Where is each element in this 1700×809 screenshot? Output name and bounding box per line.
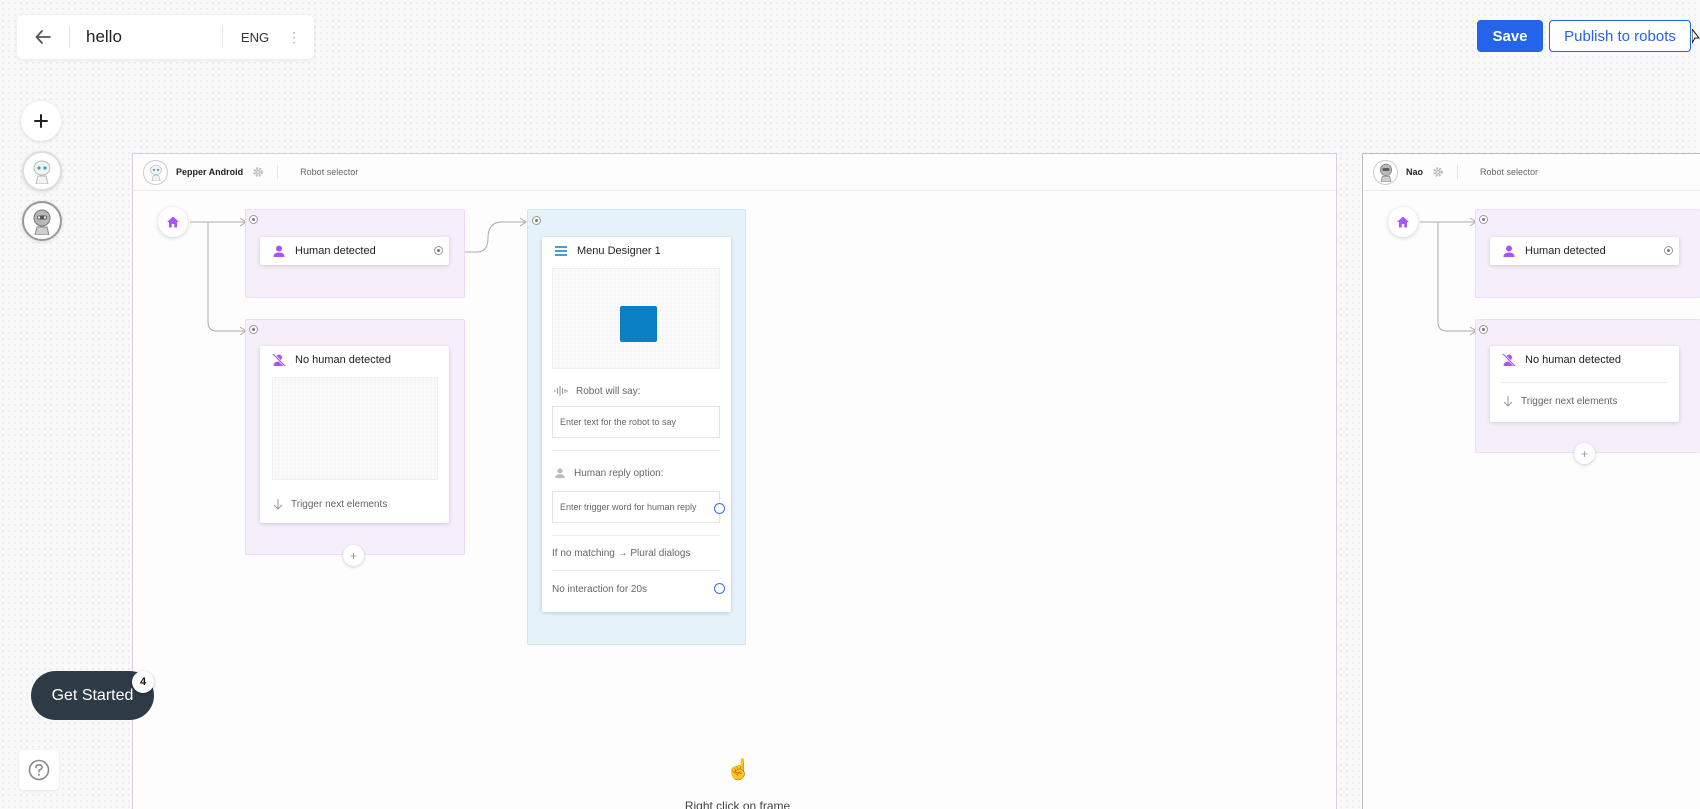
home-icon xyxy=(167,216,179,228)
no-match-option[interactable]: If no matching → Plural dialogs xyxy=(552,548,690,559)
menu-item-tile[interactable] xyxy=(620,306,657,342)
no-human-detected-card[interactable]: No human detected Trigger next elements xyxy=(260,346,449,523)
pointing-hand-icon: ☝ xyxy=(726,759,751,781)
output-port[interactable] xyxy=(434,246,443,255)
person-icon xyxy=(273,245,285,257)
divider xyxy=(277,165,279,179)
save-button[interactable]: Save xyxy=(1477,20,1543,52)
mouse-cursor-icon xyxy=(1692,29,1700,44)
question-circle-icon xyxy=(28,759,50,781)
start-node[interactable] xyxy=(158,207,188,237)
arrow-down-icon xyxy=(273,499,283,510)
add-element-button[interactable]: + xyxy=(343,545,364,566)
no-human-detected-card[interactable]: No human detected Trigger next elements xyxy=(1490,346,1679,422)
input-port[interactable] xyxy=(249,325,258,334)
menu-media-area[interactable] xyxy=(552,268,720,369)
nao-avatar-small xyxy=(1373,159,1398,185)
nao-robot-icon xyxy=(33,209,51,235)
add-element-button[interactable]: + xyxy=(1574,443,1595,464)
robot-selector[interactable]: Robot selector xyxy=(1480,167,1538,177)
divider xyxy=(552,535,720,536)
audio-wave-icon xyxy=(554,386,568,396)
nao-robot-icon xyxy=(1379,163,1392,182)
robot-name: Pepper Android xyxy=(176,167,244,177)
robot-say-input[interactable]: Enter text for the robot to say xyxy=(552,406,720,438)
human-detected-card[interactable]: Human detected xyxy=(1490,237,1679,265)
divider xyxy=(1457,165,1459,179)
robot-selector[interactable]: Robot selector xyxy=(300,167,358,177)
menu-designer-card[interactable]: Menu Designer 1 Robot will say: Enter te… xyxy=(542,237,731,612)
person-icon xyxy=(555,468,565,479)
home-icon xyxy=(1397,216,1409,228)
person-off-icon xyxy=(272,353,286,367)
help-button[interactable] xyxy=(19,750,59,790)
publish-button[interactable]: Publish to robots xyxy=(1549,20,1691,52)
document-header: hello ENG ⋮ xyxy=(17,15,314,59)
get-started-badge: 4 xyxy=(132,671,154,693)
human-detected-card[interactable]: Human detected xyxy=(260,237,449,265)
input-port[interactable] xyxy=(249,215,258,224)
divider xyxy=(1500,382,1668,383)
card-title: Menu Designer 1 xyxy=(577,245,661,257)
add-robot-button[interactable] xyxy=(21,101,61,141)
menu-icon xyxy=(555,246,567,256)
nao-avatar[interactable] xyxy=(22,201,62,241)
reply-output-port[interactable] xyxy=(714,503,725,514)
gear-icon[interactable] xyxy=(1432,166,1444,178)
pepper-avatar-small xyxy=(143,159,168,185)
plus-icon xyxy=(34,114,48,128)
back-button[interactable] xyxy=(17,15,69,59)
robot-will-say-label: Robot will say: xyxy=(554,385,640,397)
card-title: Human detected xyxy=(295,245,376,257)
divider xyxy=(552,570,720,571)
input-port[interactable] xyxy=(1479,215,1488,224)
pepper-robot-icon xyxy=(33,160,51,184)
start-node[interactable] xyxy=(1388,207,1418,237)
person-off-icon xyxy=(1502,353,1516,367)
human-reply-label: Human reply option: xyxy=(554,467,664,479)
divider xyxy=(552,450,720,451)
media-placeholder[interactable] xyxy=(272,377,438,480)
card-title: No human detected xyxy=(295,354,392,366)
trigger-next-elements[interactable]: Trigger next elements xyxy=(272,498,387,510)
language-selector[interactable]: ENG xyxy=(223,30,287,45)
timeout-output-port[interactable] xyxy=(714,583,725,594)
arrow-left-icon xyxy=(35,30,51,44)
no-interaction-option[interactable]: No interaction for 20s xyxy=(552,584,647,595)
more-options-icon[interactable]: ⋮ xyxy=(287,30,301,44)
document-title[interactable]: hello xyxy=(70,27,222,47)
arrow-down-icon xyxy=(1503,396,1513,407)
input-port[interactable] xyxy=(1479,325,1488,334)
card-title: Human detected xyxy=(1525,245,1606,257)
output-port[interactable] xyxy=(1664,246,1673,255)
frame-header: Pepper Android Robot selector xyxy=(133,154,1336,191)
hint-text: Right click on frame xyxy=(684,799,791,809)
pepper-avatar[interactable] xyxy=(22,151,62,191)
person-icon xyxy=(1503,245,1515,257)
pepper-robot-icon xyxy=(149,164,162,181)
card-title: No human detected xyxy=(1525,354,1622,366)
robot-name: Nao xyxy=(1406,167,1424,177)
human-reply-input[interactable]: Enter trigger word for human reply xyxy=(552,491,720,523)
frame-header: Nao Robot selector xyxy=(1363,154,1700,191)
trigger-next-elements[interactable]: Trigger next elements xyxy=(1502,395,1617,407)
input-port[interactable] xyxy=(532,216,541,225)
gear-icon[interactable] xyxy=(252,166,264,178)
